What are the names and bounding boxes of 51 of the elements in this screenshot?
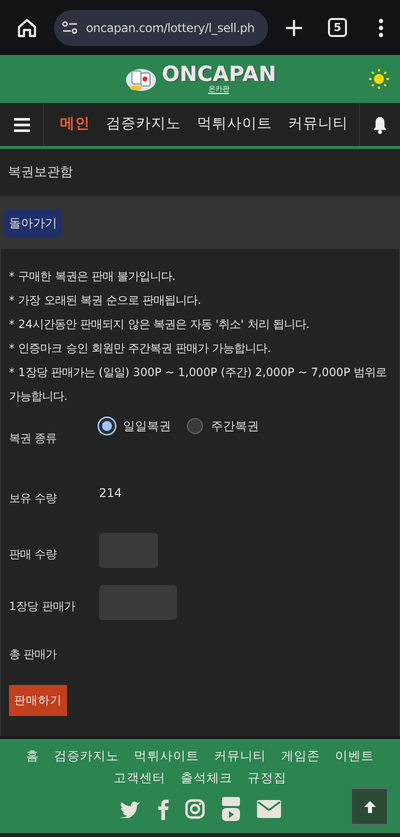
address-bar[interactable]: oncapan.com/lottery/l_sell.ph [54, 10, 268, 46]
nav-tab[interactable]: 메인 [52, 114, 98, 136]
instagram-icon[interactable] [185, 798, 205, 818]
url-text: oncapan.com/lottery/l_sell.ph [86, 20, 254, 36]
site-settings-icon [62, 20, 78, 34]
bird-icon[interactable] [119, 800, 141, 818]
radio-label: 일일복권 [123, 418, 171, 435]
sun-icon[interactable] [368, 68, 390, 90]
logo-text: ONCAPAN [162, 64, 276, 85]
arrow-up-icon [364, 800, 376, 812]
field-label: 총 판매가 [9, 647, 58, 663]
menu-icon[interactable] [14, 118, 30, 132]
radio-label: 주간복권 [211, 418, 259, 435]
field-label: 1장당 판매가 [9, 599, 76, 615]
nav-tab[interactable]: 검증카지노 [98, 114, 189, 136]
video-icon[interactable] [221, 796, 241, 822]
footer-link[interactable]: 고객센터 [114, 768, 166, 788]
radio-button[interactable] [99, 418, 115, 434]
note-text: * 인증마크 승인 회원만 주간복권 판매가 가능합니다. [9, 341, 272, 357]
field-label: 복권 종류 [9, 431, 58, 447]
field-value: 214 [99, 485, 122, 502]
note-text: * 가장 오래된 복권 순으로 판매됩니다. [9, 293, 202, 309]
radio-button[interactable] [187, 418, 203, 434]
scroll-top-button[interactable] [351, 788, 388, 825]
footer-link[interactable]: 출석체크 [180, 768, 232, 788]
note-text: * 24시간동안 판매되지 않은 복권은 자동 '취소' 처리 됩니다. [9, 317, 311, 333]
sell-button[interactable]: 판매하기 [9, 685, 67, 716]
facebook-icon[interactable] [157, 798, 169, 820]
more-icon[interactable] [378, 18, 384, 38]
envelope-icon[interactable] [257, 800, 281, 818]
input-field[interactable] [99, 533, 158, 568]
footer-link[interactable]: 홈 [26, 747, 39, 766]
footer-link[interactable]: 검증카지노 [54, 747, 119, 766]
field-label: 판매 수량 [9, 547, 58, 563]
footer-link[interactable]: 규정집 [248, 768, 286, 788]
footer-link[interactable]: 커뮤니티 [214, 747, 266, 766]
bell-icon[interactable] [372, 116, 388, 134]
back-button[interactable]: 돌아가기 [4, 208, 62, 236]
field-label: 보유 수량 [9, 491, 58, 507]
page-title: 복권보관함 [8, 164, 73, 182]
footer-link[interactable]: 게임존 [281, 747, 320, 766]
nav-tab[interactable]: 커뮤니티 [280, 114, 356, 136]
note-text: * 구매한 복권은 판매 불가입니다. [9, 269, 177, 285]
footer-link[interactable]: 먹튀사이트 [134, 747, 199, 766]
tab-count-button[interactable]: 5 [328, 18, 347, 37]
nav-tab[interactable]: 먹튀사이트 [189, 114, 280, 136]
home-icon[interactable] [16, 16, 38, 38]
footer-link[interactable]: 이벤트 [335, 747, 374, 766]
input-field[interactable] [99, 585, 177, 620]
plus-icon[interactable] [284, 18, 304, 38]
note-text: * 1장당 판매가는 (일일) 300P ~ 1,000P (주간) 2,000P ~ 7,000P 범위로 가능합니다. [9, 365, 388, 405]
